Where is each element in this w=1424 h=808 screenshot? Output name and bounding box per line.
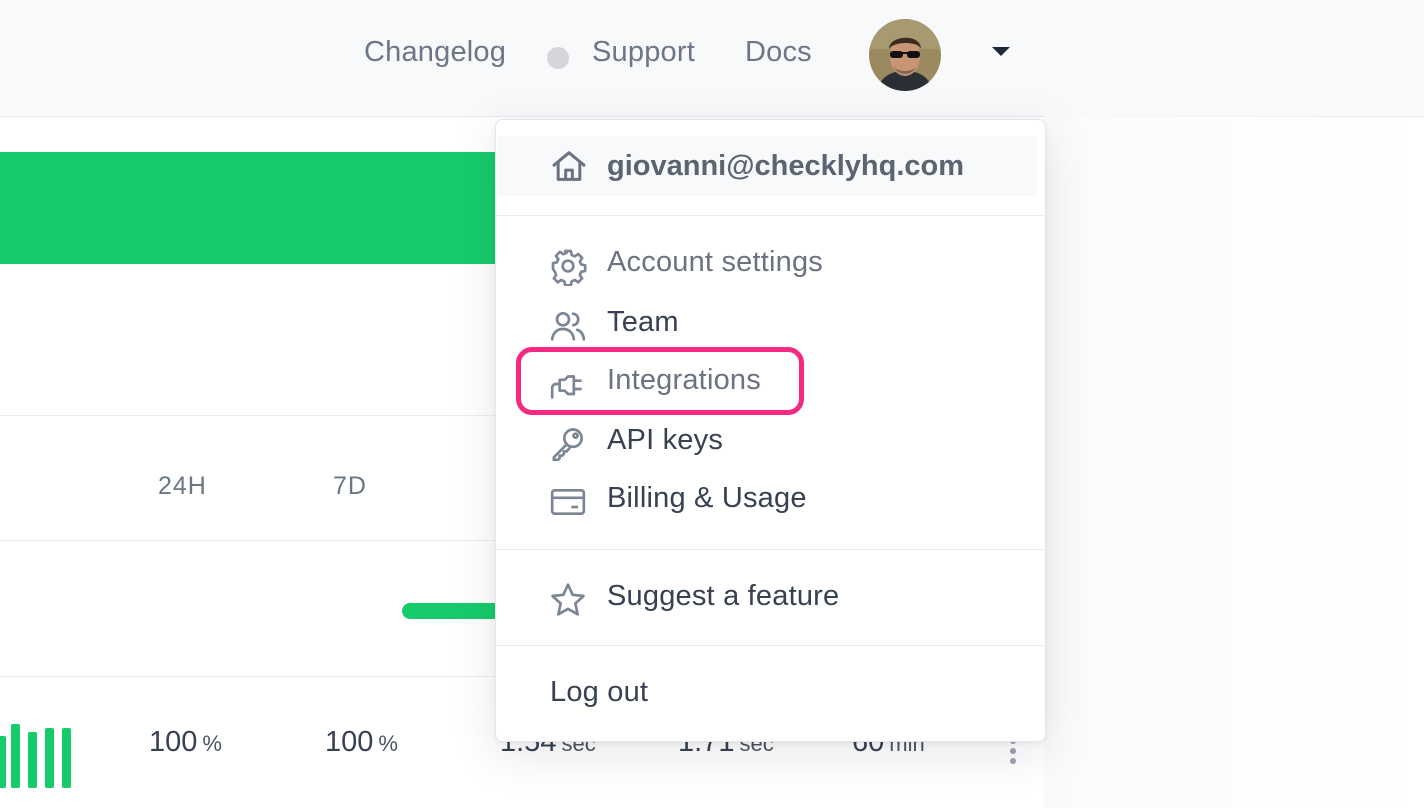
account-email: giovanni@checklyhq.com [607,150,965,182]
menu-item-team[interactable]: Team [496,298,1045,350]
result-bar [0,736,6,788]
uptime-24h-stat: 100% [149,726,222,758]
top-navigation-bar: Changelog Support Docs [0,0,1424,117]
menu-divider [496,645,1045,646]
account-email-row[interactable]: giovanni@checklyhq.com [497,136,1037,196]
menu-item-label: Suggest a feature [607,580,840,612]
menu-item-billing[interactable]: Billing & Usage [496,474,1045,526]
changelog-status-dot [547,47,569,69]
changelog-link[interactable]: Changelog [364,36,506,69]
users-icon [548,306,588,346]
status-pill [402,603,502,619]
docs-link[interactable]: Docs [745,36,812,69]
support-link[interactable]: Support [592,36,695,69]
plug-icon [548,364,588,404]
check-results-bars [0,720,80,788]
background-fade [1044,116,1424,808]
result-bar [45,728,54,788]
uptime-7d-stat: 100% [325,726,398,758]
menu-item-api-keys[interactable]: API keys [496,416,1045,468]
home-icon [549,146,589,186]
menu-item-label: Team [607,306,679,338]
result-bar [62,728,71,788]
status-banner [0,152,496,264]
result-bar [11,724,20,788]
menu-item-account-settings[interactable]: Account settings [496,238,1045,290]
menu-item-suggest-feature[interactable]: Suggest a feature [496,572,1045,624]
menu-item-label: Billing & Usage [607,482,807,514]
result-bar [28,732,37,788]
period-7d[interactable]: 7D [333,472,367,501]
credit-card-icon [548,482,588,522]
star-icon [548,580,588,620]
menu-item-label: API keys [607,424,724,456]
user-avatar[interactable] [869,19,941,91]
menu-divider [496,215,1045,216]
account-dropdown-menu: giovanni@checklyhq.com Account settings … [495,119,1046,742]
account-menu-caret-icon[interactable] [992,47,1010,56]
menu-item-label: Account settings [607,246,823,278]
row-options-icon[interactable] [1008,738,1018,768]
divider [0,540,496,541]
period-24h[interactable]: 24H [158,472,207,501]
menu-item-label: Integrations [607,364,761,396]
divider [0,676,496,677]
divider [0,415,496,416]
key-icon [548,424,588,464]
gear-icon [548,246,588,287]
menu-item-integrations[interactable]: Integrations [496,356,1045,408]
logout-button[interactable]: Log out [496,668,1045,720]
menu-divider [496,549,1045,550]
logout-label: Log out [550,676,649,708]
